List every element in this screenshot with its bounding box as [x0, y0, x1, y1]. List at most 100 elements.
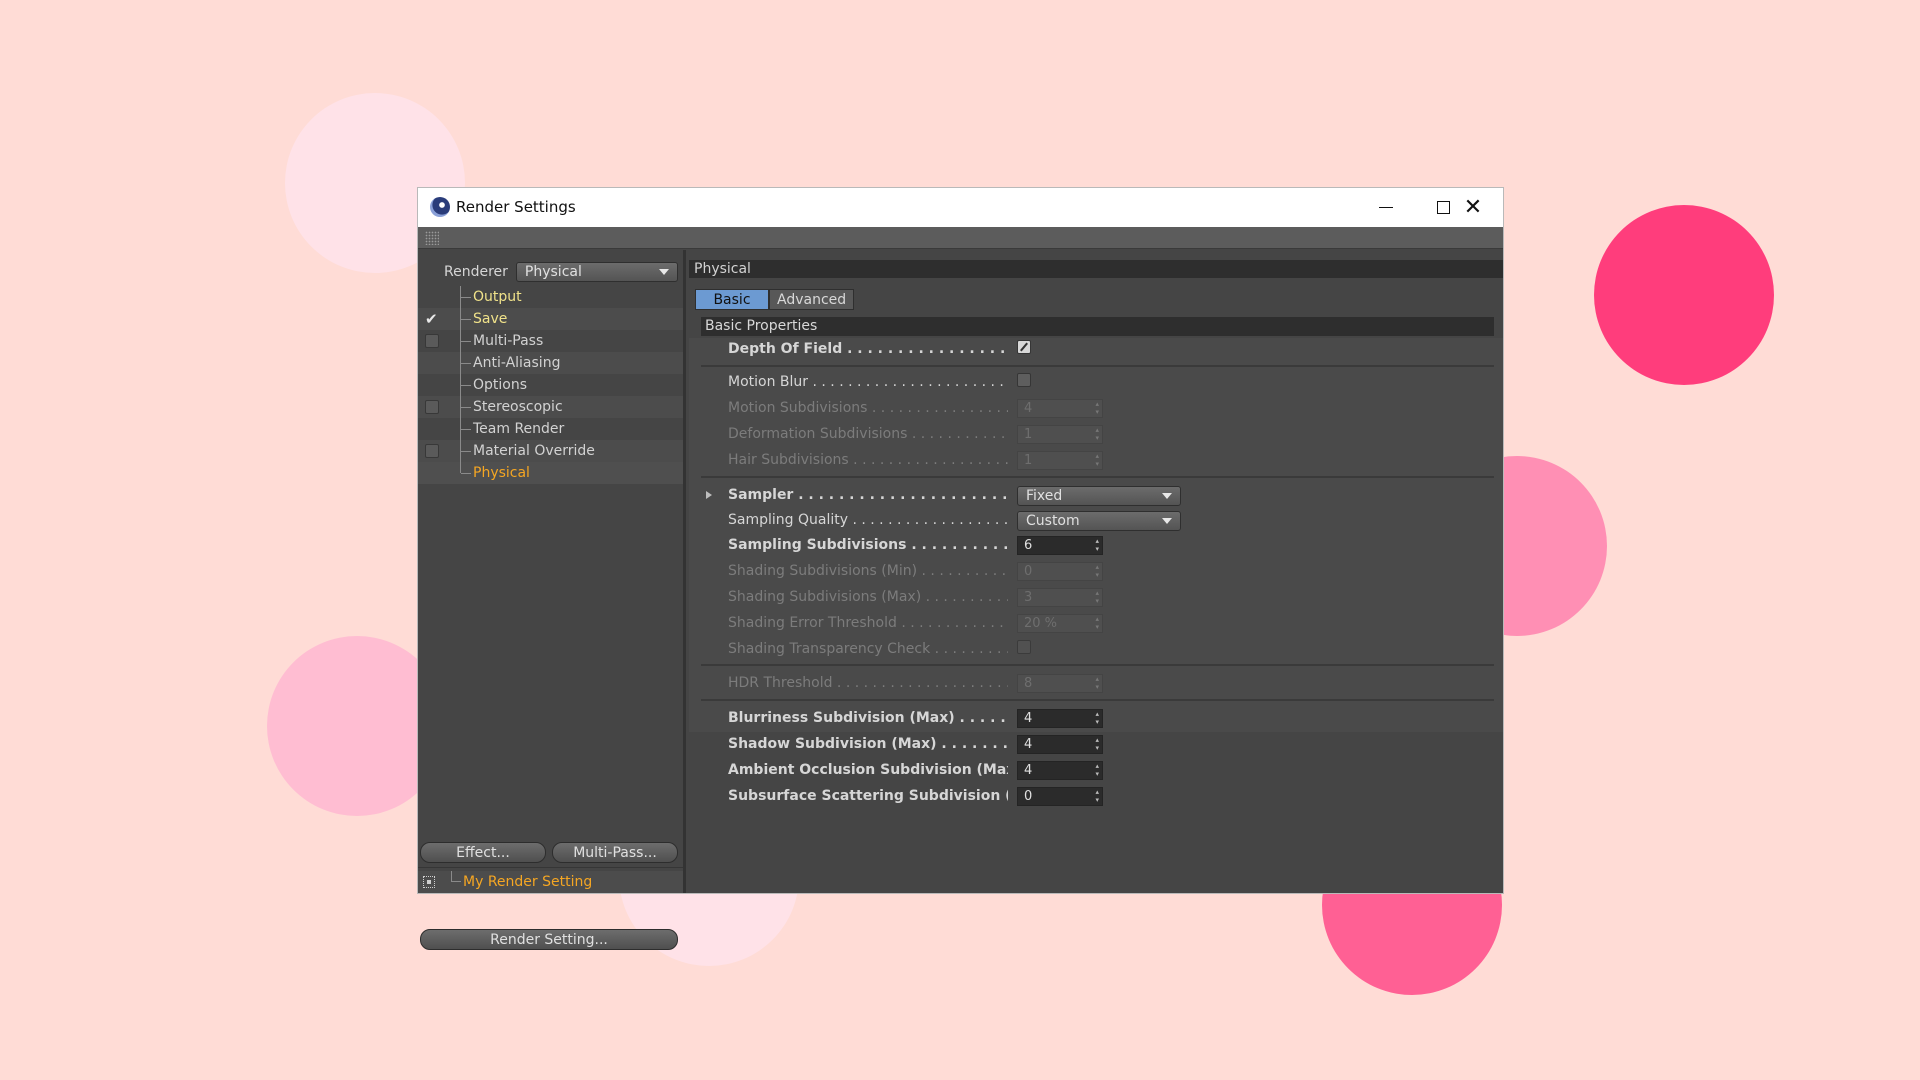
motion-subdivisions-field[interactable]: 4 [1017, 399, 1103, 418]
prop-shading-error-threshold: Shading Error Threshold 20 % [689, 613, 1503, 635]
tree-item-stereoscopic[interactable]: Stereoscopic [418, 396, 683, 418]
minimize-button[interactable] [1356, 188, 1416, 227]
tree-item-multi-pass[interactable]: Multi-Pass [418, 330, 683, 352]
chevron-down-icon [658, 269, 669, 275]
save-checkbox[interactable]: ✔ [425, 312, 439, 327]
renderer-row: Renderer Physical [444, 262, 678, 282]
depth-of-field-checkbox[interactable] [1017, 340, 1031, 354]
prop-sampling-quality: Sampling Quality Custom [689, 510, 1503, 532]
prop-depth-of-field: Depth Of Field [689, 339, 1503, 361]
shading-transparency-checkbox[interactable] [1017, 640, 1031, 654]
tree-branch-line [460, 286, 472, 308]
tree-item-label: Output [473, 289, 522, 305]
settings-tree: Output ✔ Save Multi-Pass Anti-Aliasing O… [418, 286, 683, 484]
left-panel: Renderer Physical Output ✔ Save Multi-Pa… [418, 250, 686, 950]
prop-label: Shading Error Threshold [728, 615, 1008, 631]
sampler-value: Fixed [1026, 488, 1063, 504]
window-title: Render Settings [456, 198, 576, 216]
tree-branch-line [460, 396, 472, 418]
title-bar: Render Settings ✕ [418, 188, 1503, 227]
prop-shadow-subdivision: Shadow Subdivision (Max) 4 [689, 734, 1503, 756]
motion-blur-checkbox[interactable] [1017, 373, 1031, 387]
prop-shading-transparency-check: Shading Transparency Check [689, 639, 1503, 661]
tree-item-team-render[interactable]: Team Render [418, 418, 683, 440]
right-panel: Physical Basic Advanced Basic Properties… [689, 250, 1503, 893]
prop-subsurface-scattering-subdivision: Subsurface Scattering Subdivision (Max) … [689, 786, 1503, 808]
chevron-down-icon [1162, 518, 1172, 524]
sampling-subdivisions-field[interactable]: 6 [1017, 536, 1103, 555]
sampling-quality-value: Custom [1026, 513, 1080, 529]
tree-item-label: Options [473, 377, 528, 393]
ambient-occlusion-subdivision-field[interactable]: 4 [1017, 761, 1103, 780]
toolbar [418, 227, 1503, 249]
hair-subdivisions-field[interactable]: 1 [1017, 451, 1103, 470]
deformation-subdivisions-field[interactable]: 1 [1017, 425, 1103, 444]
shading-error-threshold-field[interactable]: 20 % [1017, 614, 1103, 633]
prop-label: Sampling Subdivisions [728, 537, 1008, 553]
multi-pass-checkbox[interactable] [425, 334, 439, 348]
prop-label: Blurriness Subdivision (Max) [728, 710, 1008, 726]
tree-item-physical[interactable]: Physical [418, 462, 683, 484]
divider [701, 664, 1494, 666]
tree-item-label: Team Render [473, 421, 565, 437]
divider [418, 867, 683, 868]
tree-branch-line [460, 374, 472, 396]
prop-motion-blur: Motion Blur [689, 372, 1503, 394]
renderer-dropdown[interactable]: Physical [515, 262, 678, 282]
tab-basic[interactable]: Basic [695, 289, 769, 310]
shadow-subdivision-field[interactable]: 4 [1017, 735, 1103, 754]
effect-button[interactable]: Effect... [420, 842, 546, 863]
render-setting-button[interactable]: Render Setting... [420, 929, 678, 950]
close-button[interactable]: ✕ [1443, 188, 1503, 227]
prop-sampling-subdivisions: Sampling Subdivisions 6 [689, 535, 1503, 557]
divider [701, 476, 1494, 478]
prop-label: Shading Subdivisions (Min) [728, 563, 1008, 579]
divider [701, 699, 1494, 701]
prop-sampler: Sampler Fixed [689, 485, 1503, 507]
grip-handle-icon[interactable] [425, 231, 439, 245]
stereoscopic-checkbox[interactable] [425, 400, 439, 414]
sampler-dropdown[interactable]: Fixed [1017, 486, 1181, 506]
sampling-quality-dropdown[interactable]: Custom [1017, 511, 1181, 531]
prop-label: Shadow Subdivision (Max) [728, 736, 1008, 752]
close-icon: ✕ [1463, 194, 1483, 220]
prop-label: Subsurface Scattering Subdivision (Max) [728, 788, 1008, 804]
tree-branch-line [460, 418, 472, 440]
prop-ambient-occlusion-subdivision: Ambient Occlusion Subdivision (Max) 4 [689, 760, 1503, 782]
tree-item-label: Physical [473, 465, 530, 481]
shading-subdivisions-min-field[interactable]: 0 [1017, 562, 1103, 581]
tree-item-anti-aliasing[interactable]: Anti-Aliasing [418, 352, 683, 374]
tab-bar: Basic Advanced [695, 289, 855, 310]
render-setting-item[interactable]: My Render Setting [418, 871, 683, 893]
render-setting-icon [423, 876, 435, 888]
hdr-threshold-field[interactable]: 8 [1017, 674, 1103, 693]
tree-item-label: Multi-Pass [473, 333, 544, 349]
tree-branch-line [460, 462, 472, 474]
blurriness-subdivision-field[interactable]: 4 [1017, 709, 1103, 728]
tree-item-material-override[interactable]: Material Override [418, 440, 683, 462]
material-override-checkbox[interactable] [425, 444, 439, 458]
cinema4d-app-icon [430, 197, 450, 217]
section-title: Basic Properties [701, 317, 1494, 336]
subsurface-scattering-subdivision-field[interactable]: 0 [1017, 787, 1103, 806]
tree-branch-line [451, 871, 461, 882]
tree-item-output[interactable]: Output [418, 286, 683, 308]
prop-shading-subdivisions-max: Shading Subdivisions (Max) 3 [689, 587, 1503, 609]
prop-shading-subdivisions-min: Shading Subdivisions (Min) 0 [689, 561, 1503, 583]
tree-item-save[interactable]: ✔ Save [418, 308, 683, 330]
tree-item-options[interactable]: Options [418, 374, 683, 396]
multi-pass-button[interactable]: Multi-Pass... [552, 842, 678, 863]
prop-label: Motion Subdivisions [728, 400, 1008, 416]
divider [701, 365, 1494, 367]
prop-label: Shading Transparency Check [728, 641, 1008, 657]
renderer-value: Physical [524, 264, 582, 280]
expand-arrow-icon[interactable] [706, 491, 712, 499]
chevron-down-icon [1162, 493, 1172, 499]
prop-hdr-threshold: HDR Threshold 8 [689, 673, 1503, 695]
prop-motion-subdivisions: Motion Subdivisions 4 [689, 398, 1503, 420]
render-setting-name: My Render Setting [463, 874, 593, 890]
tree-item-label: Save [473, 311, 508, 327]
tree-branch-line [460, 440, 472, 462]
shading-subdivisions-max-field[interactable]: 3 [1017, 588, 1103, 607]
tab-advanced[interactable]: Advanced [769, 289, 855, 310]
